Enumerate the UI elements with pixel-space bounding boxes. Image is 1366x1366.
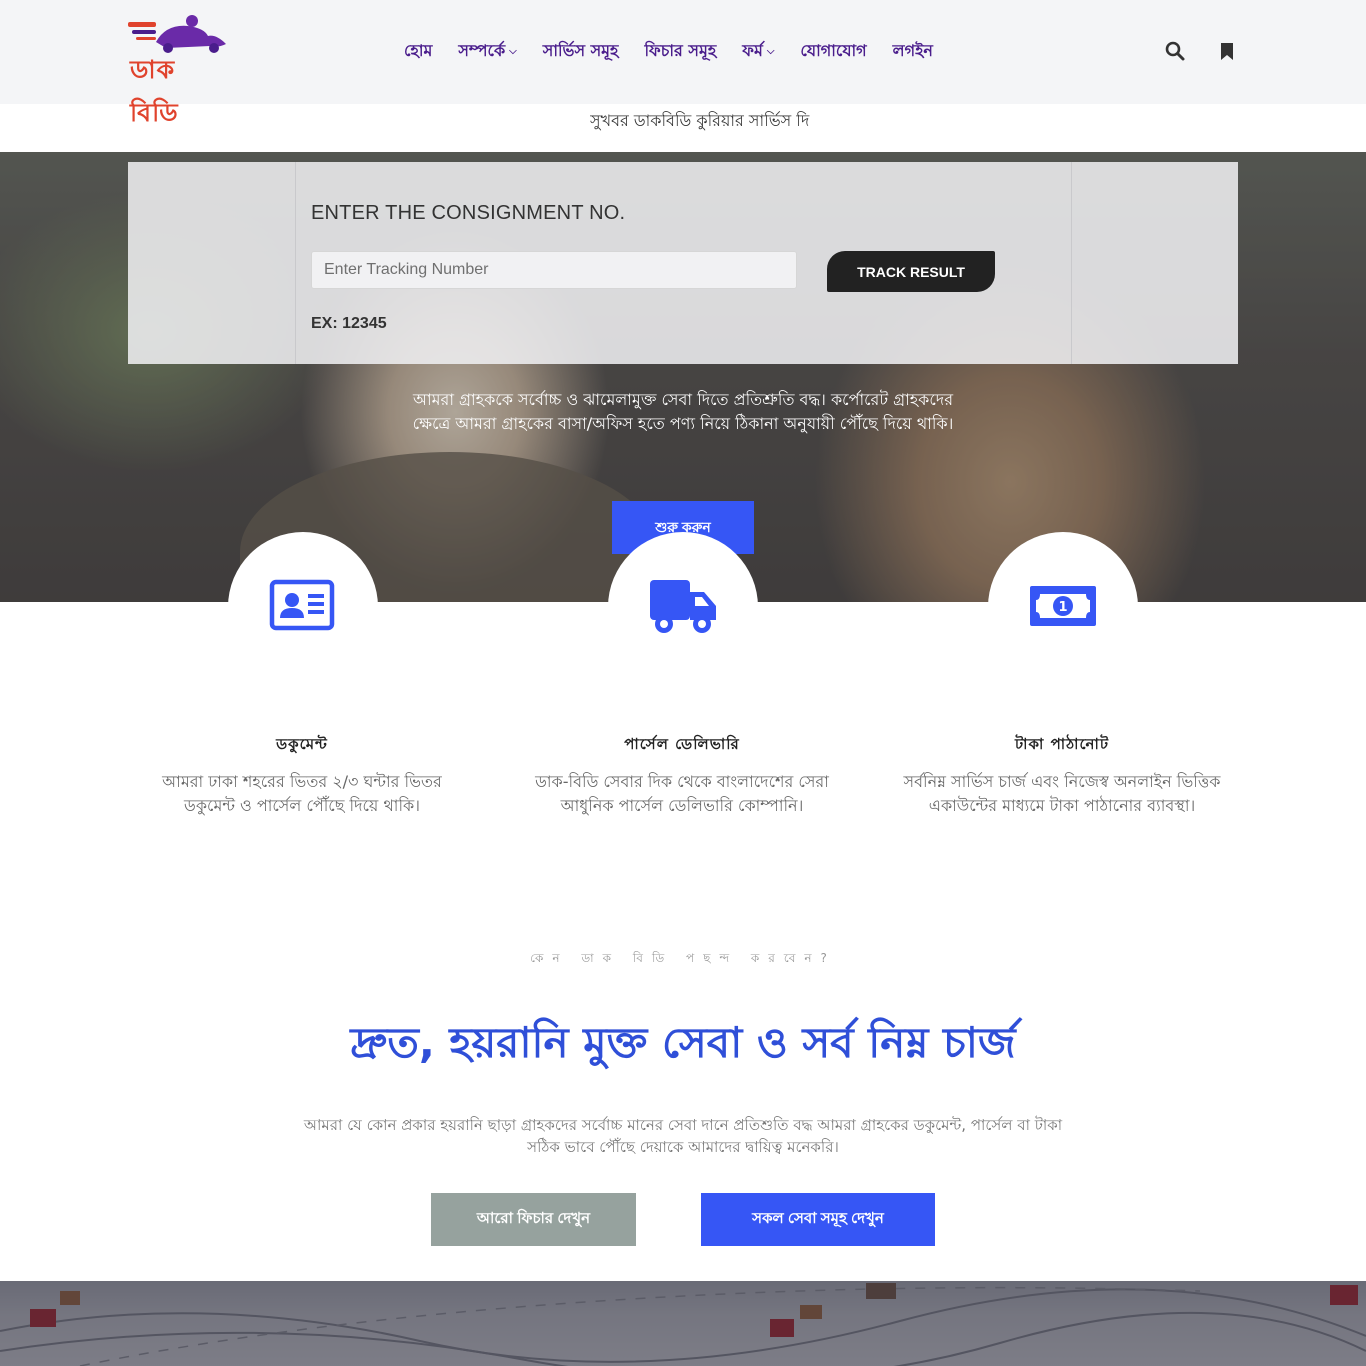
svg-text:1: 1 [1058,600,1067,615]
section-subtitle: কেন ডাক বিডি পছন্দ করবেন? [530,951,836,965]
feature-desc-document: আমরা ঢাকা শহরের ভিতর ২/৩ ঘন্টার ভিতর ডকু… [162,772,442,815]
nav-label: সার্ভিস সমূহ [542,41,619,60]
nav-item-features[interactable]: ফিচার সমূহ [644,38,716,65]
bottom-overlay [0,1281,1366,1366]
nav-item-home[interactable]: হোম [404,38,432,65]
feature-title-document: ডকুমেন্ট [276,735,328,753]
feature-circle-document [228,532,378,682]
nav-item-login[interactable]: লগইন [893,38,933,65]
nav-item-about[interactable]: সম্পর্কে ⌵ [458,38,516,65]
section-description: আমরা যে কোন প্রকার হয়রানি ছাড়া গ্রাহকদ… [303,1116,1063,1156]
site-header: ডাক বিডি হোম সম্পর্কে ⌵ সার্ভিস সমূহ ফিচা… [0,0,1366,127]
nav-item-services[interactable]: সার্ভিস সমূহ [543,38,619,65]
logo-rider-icon [128,15,226,53]
search-icon[interactable] [1164,40,1186,62]
feature-title-parcel: পার্সেল ডেলিভারি [624,735,740,753]
money-bill-icon: 1 [1030,586,1096,626]
bookmark-icon[interactable] [1216,40,1238,62]
nav-item-form[interactable]: ফর্ম ⌵ [742,38,774,65]
chevron-down-icon: ⌵ [509,46,517,57]
chevron-down-icon: ⌵ [766,46,775,57]
nav-label: ফর্ম [742,41,763,60]
divider [295,162,296,364]
nav-label: ফিচার সমূহ [644,41,717,60]
nav-item-contact[interactable]: যোগাযোগ [800,38,866,65]
logo[interactable]: ডাক বিডি [126,14,230,127]
feature-title-money: টাকা পাঠানোট [1015,735,1109,753]
feature-circle-parcel [608,532,758,682]
truck-icon [650,580,716,633]
divider [1071,162,1072,364]
feature-desc-money: সর্বনিম্ন সার্ভিস চার্জ এবং নিজেস্ব অনলা… [903,772,1221,815]
all-services-button[interactable]: সকল সেবা সমূহ দেখুন [701,1193,935,1246]
tracking-title: ENTER THE CONSIGNMENT NO. [311,202,626,224]
tracking-number-input[interactable] [311,251,797,289]
id-card-icon [269,579,335,631]
nav-label: হোম [404,41,433,60]
tracking-panel: ENTER THE CONSIGNMENT NO. TRACK RESULT E… [128,162,1238,364]
hero-text: আমরা গ্রাহককে সর্বোচ্চ ও ঝামেলামুক্ত সেব… [412,390,954,433]
nav-label: সম্পর্কে [458,41,506,60]
feature-circle-money: 1 [988,532,1138,682]
nav-label: লগইন [892,41,933,60]
more-features-button[interactable]: আরো ফিচার দেখুন [431,1193,636,1246]
feature-desc-parcel: ডাক-বিডি সেবার দিক থেকে বাংলাদেশের সেরা … [535,772,829,815]
section-title: দ্রুত, হয়রানি মুক্ত সেবা ও সর্ব নিম্ন চ… [350,1018,1016,1067]
bottom-banner-image [0,1281,1366,1366]
tracking-example: EX: 12345 [311,315,387,332]
news-ticker: সুখবর ডাকবিডি কুরিয়ার সার্ভিস দি [0,104,1366,152]
nav-label: যোগাযোগ [800,41,867,60]
track-result-button[interactable]: TRACK RESULT [827,251,995,292]
main-nav: হোম সম্পর্কে ⌵ সার্ভিস সমূহ ফিচার সমূহ ফর… [404,38,959,65]
news-ticker-text: সুখবর ডাকবিডি কুরিয়ার সার্ভিস দি [590,111,810,130]
